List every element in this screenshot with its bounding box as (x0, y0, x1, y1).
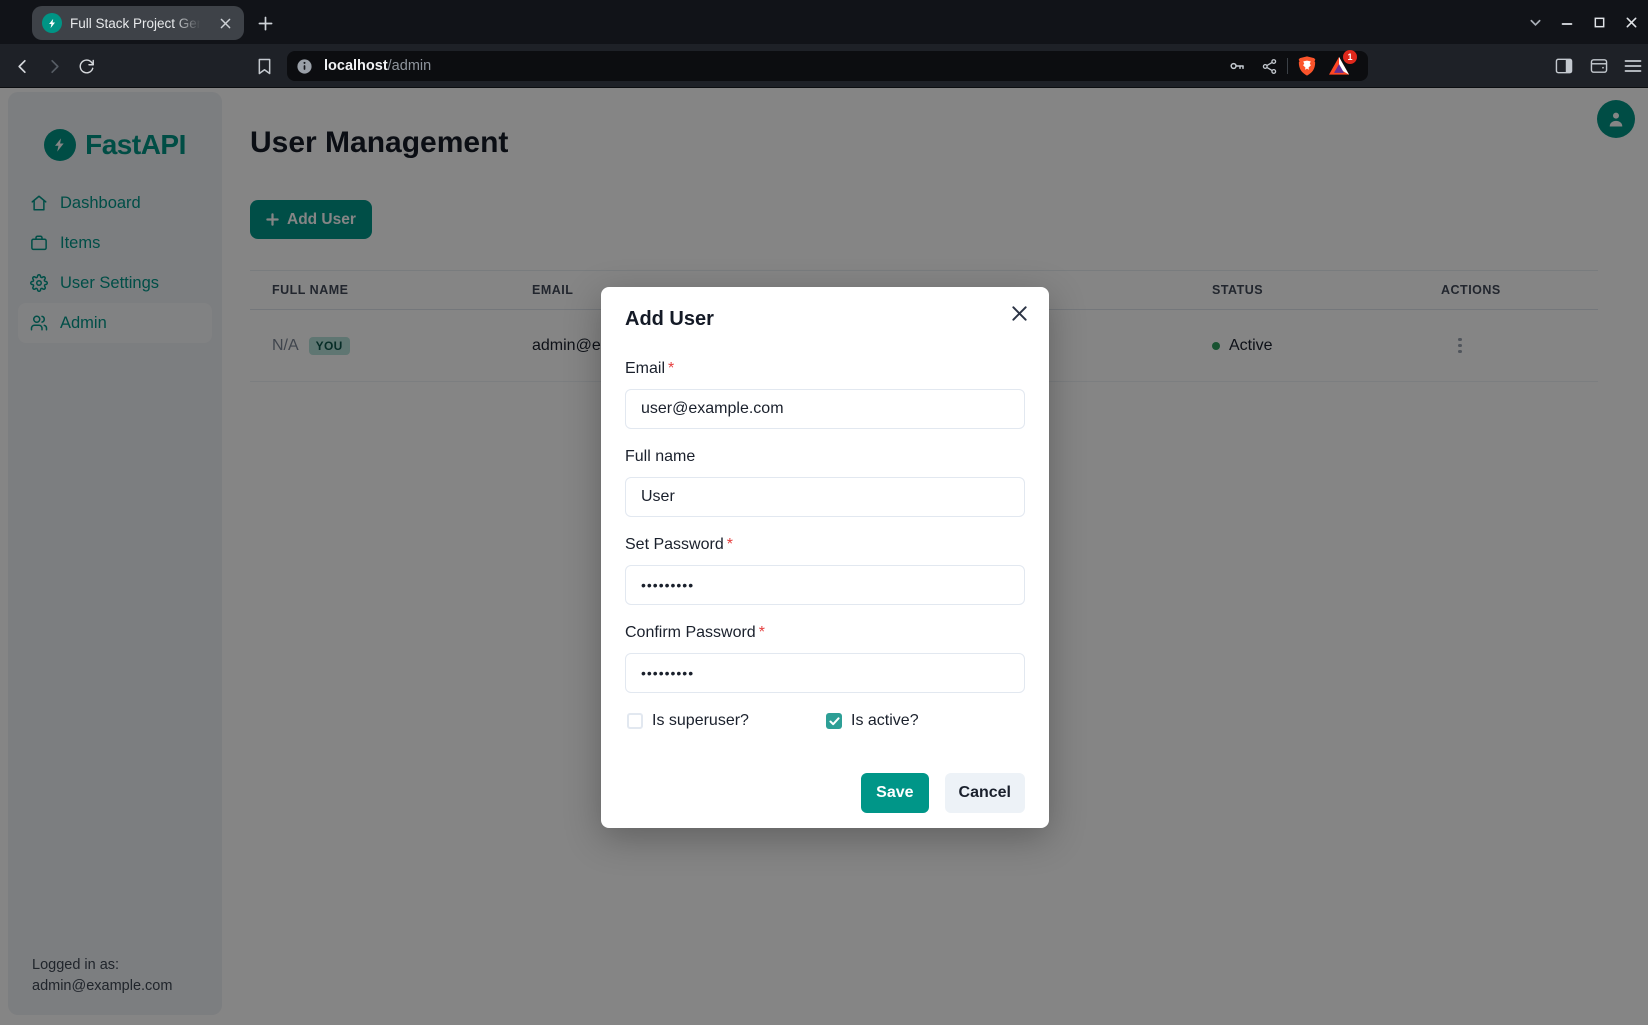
email-group: Email* (625, 357, 1025, 429)
required-asterisk: * (727, 536, 733, 553)
browser-tab-strip: Full Stack Project Genera (0, 0, 1648, 44)
cancel-button[interactable]: Cancel (945, 773, 1025, 813)
tab-title: Full Stack Project Genera (70, 16, 206, 31)
modal-buttons: Save Cancel (625, 773, 1025, 813)
url-bar[interactable]: localhost/admin 1 (287, 51, 1368, 81)
window-controls (1520, 0, 1646, 44)
back-icon[interactable] (6, 51, 38, 81)
password-key-icon[interactable] (1225, 54, 1249, 78)
set-password-group: Set Password* (625, 533, 1025, 605)
confirm-password-group: Confirm Password* (625, 621, 1025, 693)
checkbox-unchecked-icon (627, 713, 643, 729)
is-superuser-label: Is superuser? (652, 712, 749, 730)
add-user-modal: Add User Email* Full name Set Password* … (601, 287, 1049, 828)
rewards-badge: 1 (1343, 50, 1357, 64)
menu-hamburger-icon[interactable] (1617, 51, 1648, 81)
email-label: Email* (625, 357, 1025, 381)
required-asterisk: * (759, 624, 765, 641)
wallet-icon[interactable] (1583, 51, 1615, 81)
browser-tab[interactable]: Full Stack Project Genera (32, 6, 244, 40)
set-password-field[interactable] (625, 565, 1025, 605)
url-path: /admin (388, 58, 432, 74)
tab-close-icon[interactable] (214, 12, 236, 34)
checkbox-row: Is superuser? Is active? (625, 709, 1025, 733)
full-name-label: Full name (625, 445, 1025, 469)
confirm-password-label-text: Confirm Password (625, 624, 756, 641)
forward-icon[interactable] (38, 51, 70, 81)
is-active-checkbox[interactable]: Is active? (826, 712, 919, 730)
fastapi-favicon-icon (42, 13, 62, 33)
tab-search-chevron-icon[interactable] (1520, 7, 1550, 37)
is-superuser-checkbox[interactable]: Is superuser? (627, 712, 826, 730)
confirm-password-label: Confirm Password* (625, 621, 1025, 645)
toolbar-divider (1287, 58, 1288, 74)
bookmark-icon[interactable] (248, 51, 280, 81)
sidebar-panel-icon[interactable] (1548, 51, 1580, 81)
site-info-icon[interactable] (296, 58, 313, 75)
reload-icon[interactable] (70, 51, 102, 81)
email-field[interactable] (625, 389, 1025, 429)
brave-rewards-icon[interactable]: 1 (1326, 53, 1352, 79)
required-asterisk: * (668, 360, 674, 377)
full-name-group: Full name (625, 445, 1025, 517)
full-name-field[interactable] (625, 477, 1025, 517)
is-active-label: Is active? (851, 712, 919, 730)
window-minimize-icon[interactable] (1552, 7, 1582, 37)
url-text: localhost/admin (324, 58, 1225, 74)
save-button[interactable]: Save (861, 773, 928, 813)
share-icon[interactable] (1257, 54, 1281, 78)
window-close-icon[interactable] (1616, 7, 1646, 37)
confirm-password-field[interactable] (625, 653, 1025, 693)
url-host: localhost (324, 58, 388, 74)
brave-shield-icon[interactable] (1294, 53, 1320, 79)
browser-toolbar: localhost/admin 1 (0, 44, 1648, 88)
set-password-label: Set Password* (625, 533, 1025, 557)
window-maximize-icon[interactable] (1584, 7, 1614, 37)
email-label-text: Email (625, 360, 665, 377)
modal-close-icon[interactable] (1003, 297, 1035, 329)
set-password-label-text: Set Password (625, 536, 724, 553)
modal-title: Add User (625, 303, 1025, 335)
checkbox-checked-icon (826, 713, 842, 729)
full-name-label-text: Full name (625, 448, 695, 465)
new-tab-button[interactable] (250, 8, 280, 38)
